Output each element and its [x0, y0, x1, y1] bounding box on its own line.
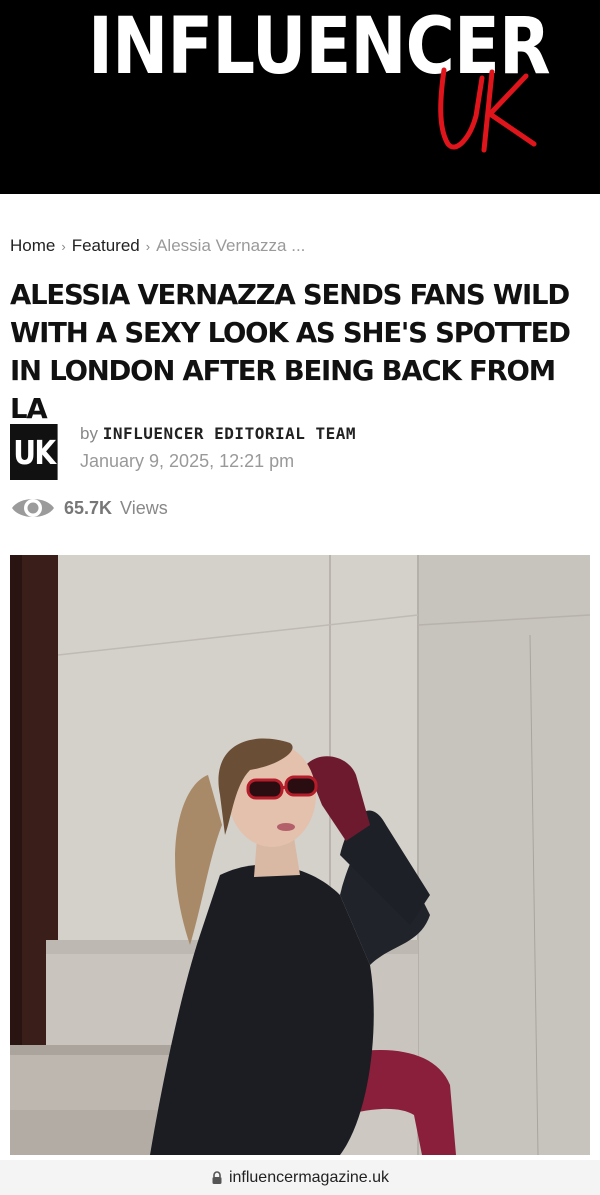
- author-link[interactable]: INFLUENCER EDITORIAL TEAM: [103, 424, 356, 443]
- view-counter: 65.7K Views: [10, 493, 168, 523]
- breadcrumb-featured[interactable]: Featured: [72, 236, 140, 256]
- hero-photo: [10, 555, 590, 1155]
- byline-prefix: by: [80, 424, 98, 443]
- eye-icon: [12, 499, 54, 517]
- breadcrumb: Home › Featured › Alessia Vernazza ...: [10, 236, 305, 256]
- chevron-right-icon: ›: [145, 238, 151, 254]
- article-headline: ALESSIA VERNAZZA SENDS FANS WILD WITH A …: [10, 279, 571, 425]
- byline: by INFLUENCER EDITORIAL TEAM: [80, 424, 356, 444]
- url-text[interactable]: influencermagazine.uk: [229, 1169, 389, 1187]
- views-label: Views: [120, 497, 168, 518]
- site-logo-script-uk: [438, 67, 537, 153]
- breadcrumb-current: Alessia Vernazza ...: [156, 236, 306, 255]
- breadcrumb-home[interactable]: Home: [10, 236, 55, 256]
- site-masthead[interactable]: INFLUENCER: [0, 0, 600, 194]
- browser-url-bar[interactable]: influencermagazine.uk: [0, 1160, 600, 1195]
- chevron-right-icon: ›: [61, 238, 66, 254]
- author-avatar[interactable]: UK: [10, 424, 58, 480]
- article-hero-image[interactable]: [10, 555, 590, 1155]
- publish-date: January 9, 2025, 12:21 pm: [80, 451, 295, 471]
- views-count: 65.7K: [64, 497, 113, 518]
- lock-icon: [212, 1170, 222, 1184]
